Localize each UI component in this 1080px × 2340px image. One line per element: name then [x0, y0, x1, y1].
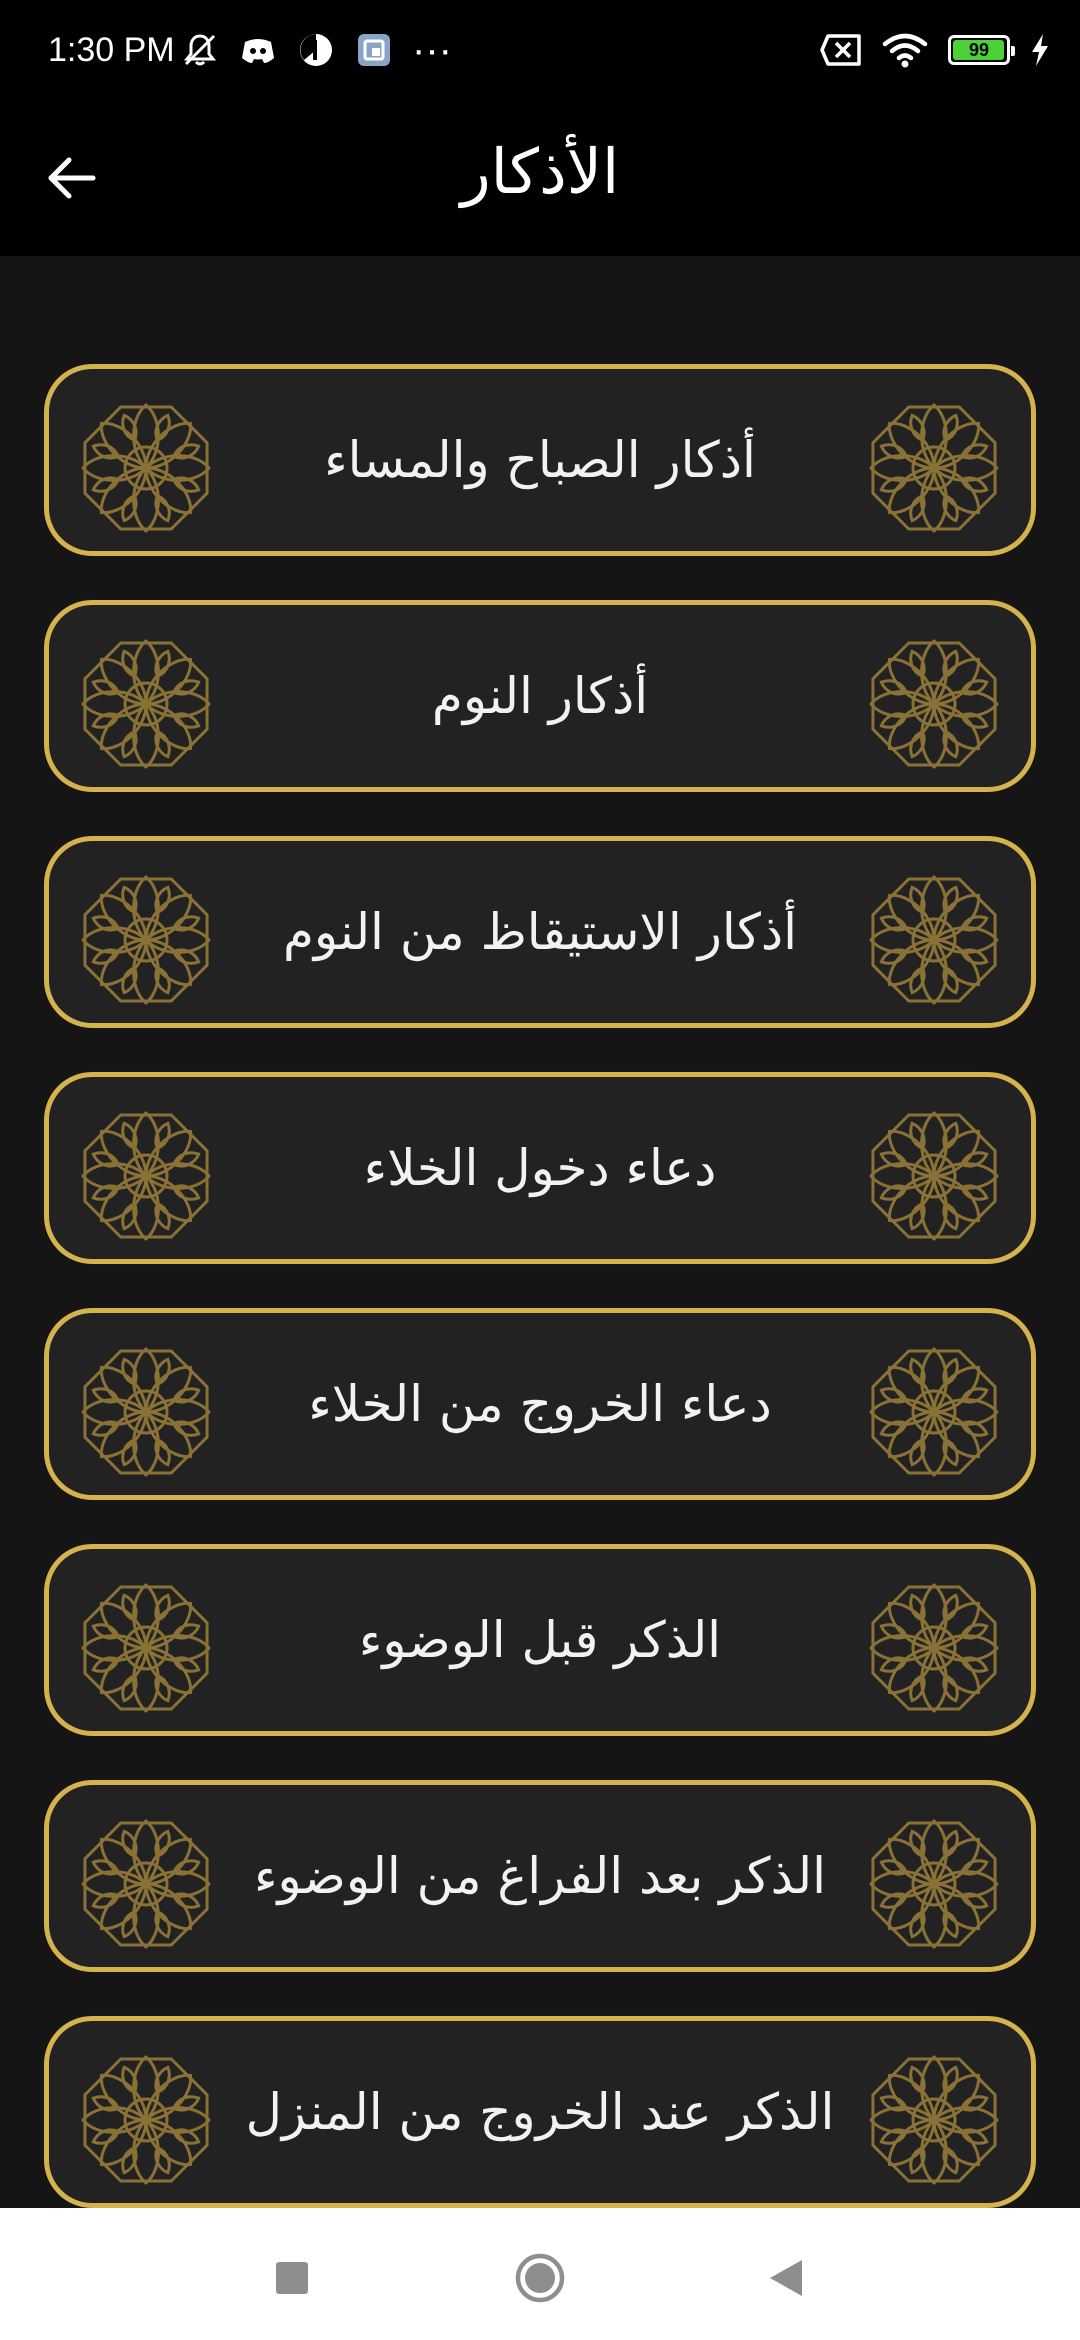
home-circle-icon — [515, 2253, 565, 2303]
ornament-icon — [81, 639, 211, 769]
ornament-icon — [869, 875, 999, 1005]
battery-icon: 99 — [948, 35, 1015, 65]
pie-icon — [300, 34, 332, 66]
system-back-button[interactable] — [746, 2238, 826, 2318]
list-item[interactable]: أذكار الاستيقاظ من النوم — [44, 836, 1036, 1028]
status-time: 1:30 PM — [48, 31, 175, 69]
more-icon: ··· — [412, 28, 452, 72]
list-item-label: الذكر عند الخروج من المنزل — [245, 2083, 835, 2141]
list-item-label: الذكر قبل الوضوء — [358, 1611, 722, 1669]
wifi-icon — [882, 33, 928, 68]
ornament-icon — [869, 2055, 999, 2185]
ornament-icon — [81, 875, 211, 1005]
list-item[interactable]: أذكار النوم — [44, 600, 1036, 792]
ornament-icon — [869, 1583, 999, 1713]
screen: 1:30 PM ··· 99 الأذكار أذكار الصباح والم… — [0, 0, 1080, 2340]
recents-button[interactable] — [252, 2238, 332, 2318]
no-sim-icon — [820, 34, 861, 66]
ornament-icon — [81, 1583, 211, 1713]
recents-square-icon — [276, 2262, 308, 2294]
list-item-label: أذكار النوم — [431, 667, 649, 725]
home-button[interactable] — [500, 2238, 580, 2318]
list-item[interactable]: الذكر قبل الوضوء — [44, 1544, 1036, 1736]
list-item-label: الذكر بعد الفراغ من الوضوء — [254, 1847, 826, 1905]
back-triangle-icon — [770, 2260, 802, 2296]
page-title: الأذكار — [460, 135, 620, 208]
ornament-icon — [81, 1819, 211, 1949]
list-item[interactable]: دعاء دخول الخلاء — [44, 1072, 1036, 1264]
ornament-icon — [869, 1111, 999, 1241]
status-bar: 1:30 PM ··· 99 — [0, 0, 1080, 98]
list-item[interactable]: الذكر بعد الفراغ من الوضوء — [44, 1780, 1036, 1972]
list-item[interactable]: الذكر عند الخروج من المنزل — [44, 2016, 1036, 2208]
discord-icon — [242, 39, 274, 63]
list-item-label: دعاء الخروج من الخلاء — [308, 1375, 772, 1433]
screenshot-icon — [358, 34, 390, 66]
list-item-label: أذكار الصباح والمساء — [324, 431, 756, 489]
ornament-icon — [81, 2055, 211, 2185]
app-bar: الأذكار — [0, 98, 1080, 256]
charging-icon — [1032, 34, 1048, 66]
system-nav-bar — [0, 2208, 1080, 2340]
adhkar-list: أذكار الصباح والمساء أذكار النوم أذكار الا… — [44, 364, 1036, 2252]
ornament-icon — [81, 1347, 211, 1477]
status-icons-left: ··· — [180, 30, 452, 70]
list-item-label: دعاء دخول الخلاء — [363, 1139, 717, 1197]
list-item[interactable]: دعاء الخروج من الخلاء — [44, 1308, 1036, 1500]
list-item[interactable]: أذكار الصباح والمساء — [44, 364, 1036, 556]
list-item-label: أذكار الاستيقاظ من النوم — [282, 903, 798, 961]
ornament-icon — [869, 403, 999, 533]
ornament-icon — [869, 1347, 999, 1477]
ornament-icon — [81, 403, 211, 533]
mute-icon — [183, 34, 217, 66]
ornament-icon — [81, 1111, 211, 1241]
status-icons-right: 99 — [820, 28, 1050, 72]
battery-level: 99 — [968, 40, 990, 60]
ornament-icon — [869, 1819, 999, 1949]
ornament-icon — [869, 639, 999, 769]
